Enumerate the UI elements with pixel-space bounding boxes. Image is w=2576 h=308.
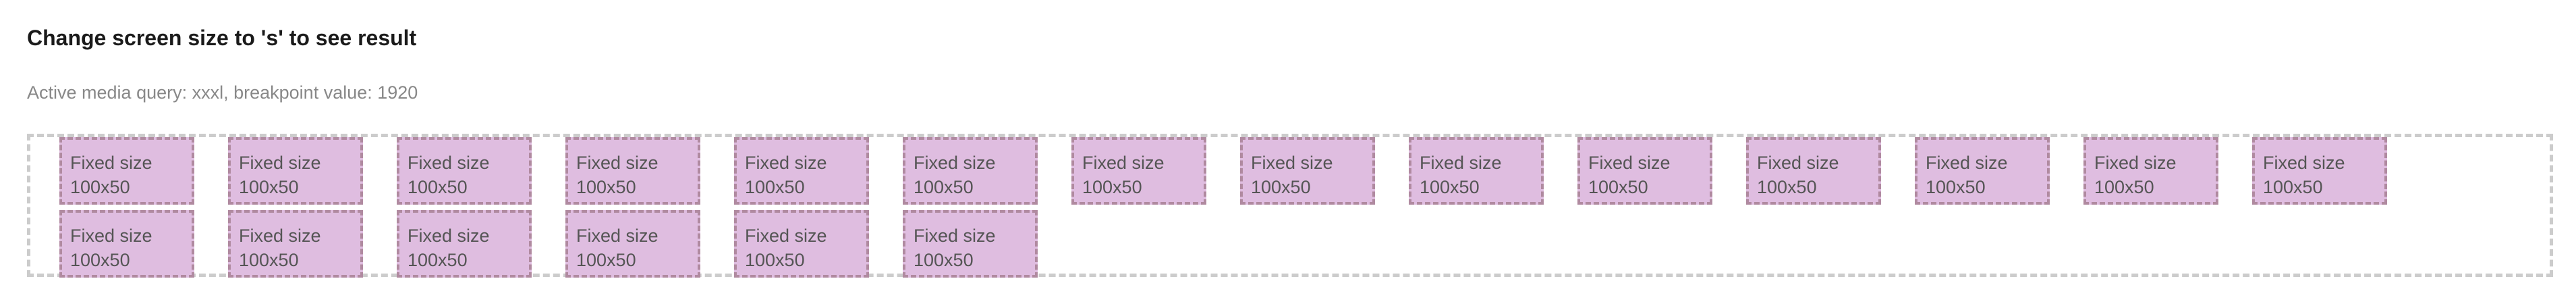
box-label: Fixed size: [408, 153, 490, 173]
fixed-size-box: Fixed size 100x50: [1240, 137, 1375, 205]
box-label: Fixed size: [1082, 153, 1165, 173]
box-size: 100x50: [1420, 177, 1480, 197]
fixed-size-box: Fixed size 100x50: [2083, 137, 2218, 205]
box-label: Fixed size: [408, 226, 490, 246]
fixed-size-box: Fixed size 100x50: [565, 137, 700, 205]
box-label: Fixed size: [70, 153, 152, 173]
box-size: 100x50: [239, 177, 299, 197]
box-label: Fixed size: [576, 153, 659, 173]
fixed-size-box: Fixed size 100x50: [565, 210, 700, 278]
page-title: Change screen size to 's' to see result: [27, 26, 417, 50]
fixed-size-box: Fixed size 100x50: [1409, 137, 1544, 205]
box-size: 100x50: [1926, 177, 1986, 197]
fixed-size-box: Fixed size 100x50: [228, 137, 363, 205]
box-label: Fixed size: [2094, 153, 2177, 173]
box-label: Fixed size: [576, 226, 659, 246]
fixed-size-box: Fixed size 100x50: [1915, 137, 2050, 205]
box-size: 100x50: [576, 177, 636, 197]
box-label: Fixed size: [1926, 153, 2008, 173]
box-size: 100x50: [576, 250, 636, 270]
fixed-size-box: Fixed size 100x50: [903, 210, 1038, 278]
fixed-size-box: Fixed size 100x50: [397, 137, 532, 205]
fixed-size-box: Fixed size 100x50: [59, 210, 194, 278]
box-size: 100x50: [239, 250, 299, 270]
fixed-size-box: Fixed size 100x50: [59, 137, 194, 205]
box-label: Fixed size: [70, 226, 152, 246]
fixed-size-box: Fixed size 100x50: [228, 210, 363, 278]
box-size: 100x50: [408, 250, 468, 270]
box-size: 100x50: [1251, 177, 1311, 197]
box-label: Fixed size: [914, 153, 996, 173]
fixed-size-box: Fixed size 100x50: [903, 137, 1038, 205]
fixed-size-box: Fixed size 100x50: [2252, 137, 2387, 205]
box-size: 100x50: [2263, 177, 2323, 197]
box-size: 100x50: [2094, 177, 2154, 197]
box-label: Fixed size: [239, 153, 321, 173]
media-query-status: Active media query: xxxl, breakpoint val…: [27, 82, 418, 103]
box-label: Fixed size: [745, 153, 827, 173]
box-label: Fixed size: [745, 226, 827, 246]
fixed-size-box: Fixed size 100x50: [734, 137, 869, 205]
box-size: 100x50: [1082, 177, 1142, 197]
fixed-size-box: Fixed size 100x50: [734, 210, 869, 278]
box-label: Fixed size: [1757, 153, 1839, 173]
fixed-size-box: Fixed size 100x50: [1746, 137, 1881, 205]
box-label: Fixed size: [2263, 153, 2345, 173]
fixed-size-box: Fixed size 100x50: [1071, 137, 1206, 205]
box-size: 100x50: [70, 250, 130, 270]
box-label: Fixed size: [1420, 153, 1502, 173]
box-label: Fixed size: [239, 226, 321, 246]
fixed-size-box: Fixed size 100x50: [397, 210, 532, 278]
flex-container: Fixed size 100x50 Fixed size 100x50 Fixed si…: [27, 134, 2553, 278]
box-size: 100x50: [914, 177, 974, 197]
fixed-size-box: Fixed size 100x50: [1577, 137, 1712, 205]
box-size: 100x50: [914, 250, 974, 270]
box-label: Fixed size: [1251, 153, 1333, 173]
box-size: 100x50: [745, 177, 805, 197]
box-size: 100x50: [408, 177, 468, 197]
box-size: 100x50: [1588, 177, 1648, 197]
box-label: Fixed size: [1588, 153, 1671, 173]
box-size: 100x50: [745, 250, 805, 270]
box-label: Fixed size: [914, 226, 996, 246]
box-size: 100x50: [70, 177, 130, 197]
box-size: 100x50: [1757, 177, 1817, 197]
